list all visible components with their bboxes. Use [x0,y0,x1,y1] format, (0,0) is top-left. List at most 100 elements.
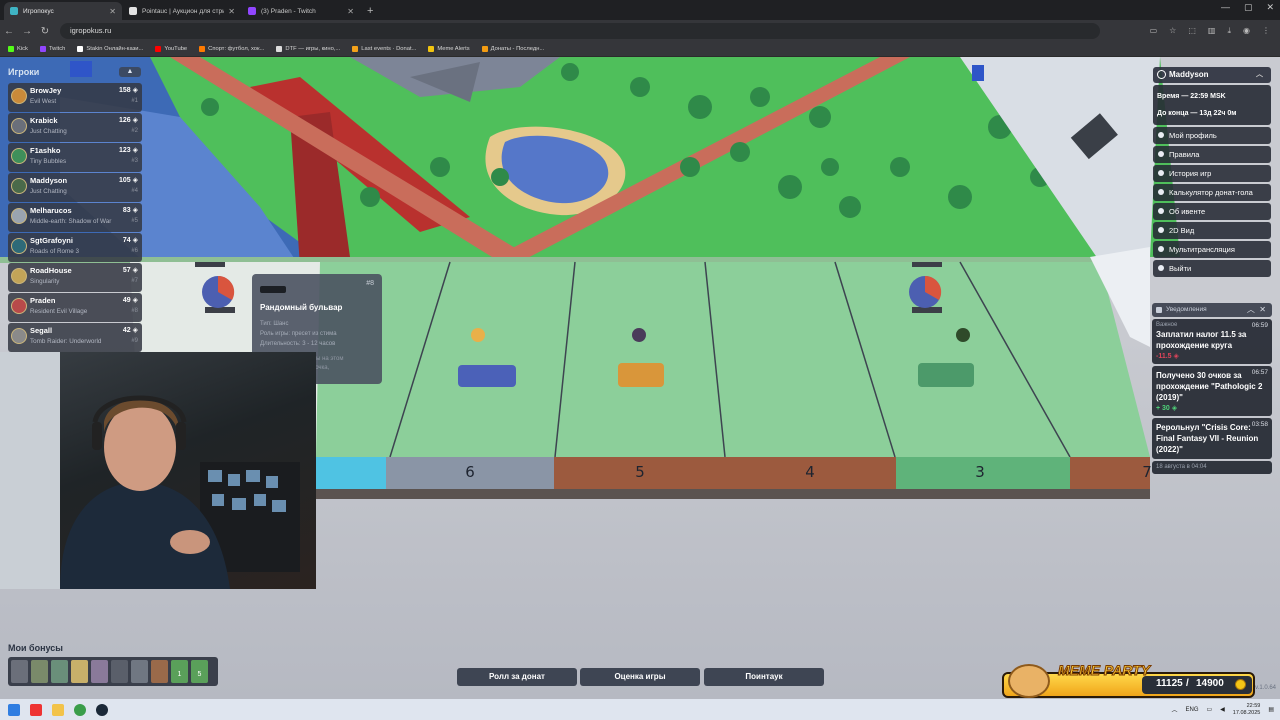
notification-time: 06:57 [1251,369,1268,376]
user-menu-item[interactable]: Мой профиль [1153,127,1271,144]
bookmark-item[interactable]: Last events · Donat... [352,46,416,52]
chrome-icon[interactable] [74,703,86,716]
tooltip-duration: Длительность: 3 - 12 часов [260,341,336,347]
minimize-icon[interactable]: — [1221,2,1230,13]
close-icon[interactable]: ✕ [1259,305,1266,314]
notifications-controls[interactable]: ︿ ✕ [1247,303,1266,317]
bonus-card-icon[interactable] [11,660,28,683]
bookmark-item[interactable]: YouTube [155,46,187,52]
user-menu-item[interactable]: Мультитрансляция [1153,241,1271,258]
tab-igropokus[interactable]: Игропокус ✕ [4,2,122,20]
url-input[interactable]: igropokus.ru [60,23,1100,39]
user-menu-item[interactable]: Калькулятор донат-гола [1153,184,1271,201]
roll-for-donation-button[interactable]: Ролл за донат [457,668,577,686]
player-score: 83 ◈ [123,206,138,214]
bookmark-item[interactable]: DTF — игры, кино,... [276,46,340,52]
player-avatar [11,238,27,254]
player-row[interactable]: SgtGrafoyni Roads of Rome 3 74 ◈ #6 [8,233,142,262]
folder-icon[interactable] [52,703,64,716]
menu-icon[interactable]: ⋮ [1262,26,1270,36]
cast-icon[interactable]: ▭ [1150,26,1158,36]
window-controls: — ▢ ✕ [1221,2,1274,13]
close-icon[interactable]: ✕ [228,7,235,16]
forward-icon[interactable]: → [18,26,36,37]
bonus-card-icon[interactable] [91,660,108,683]
maximize-icon[interactable]: ▢ [1244,2,1253,13]
back-icon[interactable]: ← [0,26,18,37]
bookmark-item[interactable]: Stakin Онлайн-кази... [77,46,143,52]
bookmark-label: Донаты - Последн... [490,46,545,52]
bookmark-item[interactable]: Kick [8,46,28,52]
player-row[interactable]: F1ashko Tiny Bubbles 123 ◈ #3 [8,143,142,172]
steam-icon[interactable] [96,703,108,716]
cell-number: 6 [465,463,475,481]
player-row[interactable]: BrowJey Evil West 158 ◈ #1 [8,83,142,112]
download-icon[interactable]: ⤓ [1227,26,1231,36]
windows-start-icon[interactable] [8,703,20,716]
notification-center-icon[interactable]: ▤ [1268,706,1274,713]
reload-icon[interactable]: ↻ [36,26,54,37]
bookmark-item[interactable]: Спорт: футбол, хок... [199,46,264,52]
user-header[interactable]: Maddyson ︿ [1153,67,1271,83]
bonus-card-icon[interactable] [31,660,48,683]
player-row[interactable]: RoadHouse Singularity 57 ◈ #7 [8,263,142,292]
user-menu-item[interactable]: Правила [1153,146,1271,163]
menu-item-icon [1158,227,1164,233]
rate-game-button[interactable]: Оценка игры [580,668,700,686]
bonus-card-icon[interactable]: 5 [191,660,208,683]
sidebar-icon[interactable]: ▥ [1208,26,1216,36]
notification-card: 06:57 Получено 30 очков за прохождение "P… [1152,366,1272,416]
players-collapse-button[interactable]: ▲ [119,67,141,77]
player-rank: #4 [131,188,138,194]
star-icon[interactable]: ☆ [1169,26,1176,36]
notification-card: 18 августа в 04:04 [1152,461,1272,474]
extensions-icon[interactable]: ⬚ [1188,26,1196,36]
user-menu-item[interactable]: 2D Вид [1153,222,1271,239]
close-icon[interactable]: ✕ [109,7,116,16]
player-score: 123 ◈ [119,146,138,154]
bonus-card-icon[interactable]: 1 [171,660,188,683]
player-row[interactable]: Krabick Just Chatting 126 ◈ #2 [8,113,142,142]
bookmark-item[interactable]: Meme Alerts [428,46,470,52]
user-menu-item[interactable]: Об ивенте [1153,203,1271,220]
bonus-card-icon[interactable] [131,660,148,683]
yandex-icon[interactable] [30,703,42,716]
player-game: Evil West [30,98,57,105]
bookmark-item[interactable]: Донаты - Последн... [481,46,545,52]
bonus-card-icon[interactable] [151,660,168,683]
close-icon[interactable]: ✕ [347,7,354,16]
bonus-count: 5 [197,671,202,678]
bonus-card-icon[interactable] [51,660,68,683]
pointauc-button[interactable]: Поинтаук [704,668,824,686]
chevron-up-icon[interactable]: ︿ [1256,67,1263,83]
profile-icon[interactable]: ◉ [1243,26,1250,36]
user-menu-item[interactable]: Выйти [1153,260,1271,277]
site-icon [129,7,137,15]
game-viewport[interactable]: 6 5 4 3 7 Игроки ▲ BrowJey Evil West 158 ◈… [0,57,1280,699]
new-tab-button[interactable]: + [361,2,379,20]
volume-icon[interactable]: ◀ [1220,706,1225,713]
bookmark-item[interactable]: Twitch [39,46,65,52]
player-row[interactable]: Maddyson Just Chatting 105 ◈ #4 [8,173,142,202]
clock[interactable]: 22:59 17.08.2025 [1233,703,1261,717]
player-row[interactable]: Praden Resident Evil Village 49 ◈ #8 [8,293,142,322]
player-name: Segall [30,326,53,335]
language-indicator[interactable]: ENG [1185,707,1198,713]
user-panel: Maddyson ︿ Время — 22:59 MSK До конца — … [1153,67,1271,279]
bonus-count [151,660,168,671]
tab-pointauc[interactable]: Pointauc | Аукцион для стрим... ✕ [123,2,241,20]
user-menu-item[interactable]: История игр [1153,165,1271,182]
network-icon[interactable]: ▭ [1207,706,1213,713]
chevron-up-icon[interactable]: ︿ [1247,305,1255,314]
bonus-card-icon[interactable] [71,660,88,683]
cell-number: 4 [805,463,815,481]
bonus-count [71,660,88,671]
player-row[interactable]: Melharucos Middle-earth: Shadow of War 83 … [8,203,142,232]
tab-twitch[interactable]: (3) Praden - Twitch ✕ [242,2,360,20]
user-menu-item-label: Правила [1169,150,1200,159]
player-game: Tomb Raider: Underworld [30,338,102,345]
bonus-card-icon[interactable] [111,660,128,683]
player-row[interactable]: Segall Tomb Raider: Underworld 42 ◈ #9 [8,323,142,352]
tray-chevron-icon[interactable]: ︿ [1171,705,1177,714]
close-window-icon[interactable]: ✕ [1266,2,1274,13]
